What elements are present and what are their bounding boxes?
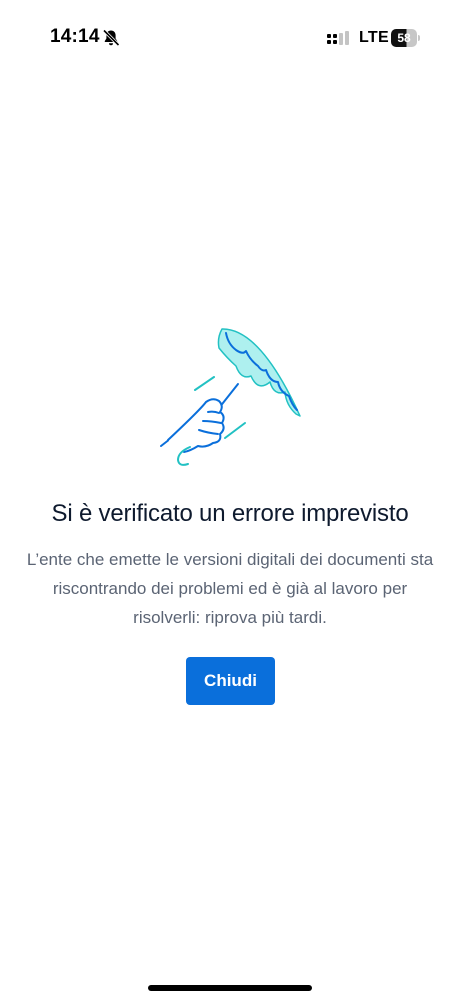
status-bar: 14:14 LTE 58 (0, 0, 460, 76)
broken-umbrella-illustration (160, 328, 301, 466)
battery-level: 58 (397, 31, 411, 45)
bell-slash-icon (102, 29, 120, 47)
home-indicator[interactable] (148, 985, 312, 991)
status-time: 14:14 (50, 26, 100, 47)
error-title: Si è verificato un errore imprevisto (51, 500, 409, 527)
network-type: LTE (359, 29, 389, 46)
battery-icon: 58 (391, 29, 420, 47)
cellular-signal-icon (327, 31, 349, 45)
close-button[interactable]: Chiudi (186, 657, 275, 705)
error-message: L’ente che emette le versioni digitali d… (26, 550, 434, 627)
